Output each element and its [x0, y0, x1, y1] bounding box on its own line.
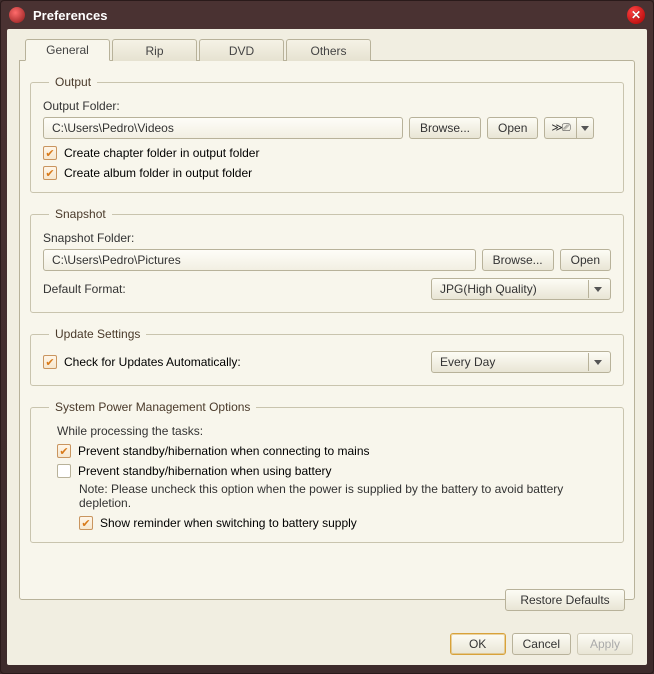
- default-format-label: Default Format:: [43, 282, 126, 296]
- default-format-select[interactable]: JPG(High Quality): [431, 278, 611, 300]
- chk-check-updates-label: Check for Updates Automatically:: [64, 355, 241, 369]
- save-to-disk-button[interactable]: ≫⎚: [544, 117, 575, 139]
- group-output: Output Output Folder: Browse... Open ≫⎚: [30, 75, 624, 193]
- snapshot-folder-input[interactable]: [43, 249, 476, 271]
- tab-rip[interactable]: Rip: [112, 39, 197, 61]
- chevron-down-icon: [594, 287, 602, 292]
- snapshot-open-button[interactable]: Open: [560, 249, 611, 271]
- snapshot-legend: Snapshot: [49, 207, 112, 221]
- output-browse-button[interactable]: Browse...: [409, 117, 481, 139]
- preferences-window: Preferences ✕ General Rip DVD Others Out…: [0, 0, 654, 674]
- app-icon: [9, 7, 25, 23]
- output-open-button[interactable]: Open: [487, 117, 538, 139]
- save-dropdown-button[interactable]: [576, 117, 594, 139]
- power-legend: System Power Management Options: [49, 400, 256, 414]
- save-icon: ≫⎚: [551, 121, 569, 135]
- output-legend: Output: [49, 75, 97, 89]
- tab-general[interactable]: General: [25, 39, 110, 61]
- chevron-down-icon: [581, 126, 589, 131]
- group-update: Update Settings ✔ Check for Updates Auto…: [30, 327, 624, 386]
- output-folder-input[interactable]: [43, 117, 403, 139]
- chevron-down-icon: [594, 360, 602, 365]
- tab-dvd[interactable]: DVD: [199, 39, 284, 61]
- chk-create-chapter-folder-label: Create chapter folder in output folder: [64, 146, 259, 160]
- default-format-value: JPG(High Quality): [440, 282, 582, 296]
- chk-check-updates[interactable]: ✔: [43, 355, 57, 369]
- chk-create-chapter-folder[interactable]: ✔: [43, 146, 57, 160]
- output-save-split-button: ≫⎚: [544, 117, 593, 139]
- update-frequency-value: Every Day: [440, 355, 582, 369]
- chk-prevent-standby-mains[interactable]: ✔: [57, 444, 71, 458]
- output-folder-label: Output Folder:: [43, 99, 611, 113]
- close-icon[interactable]: ✕: [627, 6, 645, 24]
- update-legend: Update Settings: [49, 327, 146, 341]
- apply-button: Apply: [577, 633, 633, 655]
- ok-button[interactable]: OK: [450, 633, 506, 655]
- group-snapshot: Snapshot Snapshot Folder: Browse... Open…: [30, 207, 624, 313]
- chk-prevent-standby-battery[interactable]: ✔: [57, 464, 71, 478]
- tab-bar: General Rip DVD Others: [25, 39, 635, 61]
- power-while-label: While processing the tasks:: [57, 424, 611, 438]
- power-note: Note: Please uncheck this option when th…: [79, 482, 611, 510]
- snapshot-folder-label: Snapshot Folder:: [43, 231, 611, 245]
- chk-prevent-standby-mains-label: Prevent standby/hibernation when connect…: [78, 444, 370, 458]
- update-frequency-select[interactable]: Every Day: [431, 351, 611, 373]
- chk-create-album-folder-label: Create album folder in output folder: [64, 166, 252, 180]
- cancel-button[interactable]: Cancel: [512, 633, 571, 655]
- chk-create-album-folder[interactable]: ✔: [43, 166, 57, 180]
- tab-others[interactable]: Others: [286, 39, 371, 61]
- chk-show-reminder-label: Show reminder when switching to battery …: [100, 516, 357, 530]
- dialog-footer: OK Cancel Apply: [450, 633, 633, 655]
- chk-prevent-standby-battery-label: Prevent standby/hibernation when using b…: [78, 464, 332, 478]
- group-power: System Power Management Options While pr…: [30, 400, 624, 543]
- window-title: Preferences: [33, 8, 627, 23]
- chk-show-reminder[interactable]: ✔: [79, 516, 93, 530]
- titlebar[interactable]: Preferences ✕: [1, 1, 653, 29]
- snapshot-browse-button[interactable]: Browse...: [482, 249, 554, 271]
- restore-defaults-button[interactable]: Restore Defaults: [505, 589, 625, 611]
- tab-panel-general: Output Output Folder: Browse... Open ≫⎚: [19, 60, 635, 600]
